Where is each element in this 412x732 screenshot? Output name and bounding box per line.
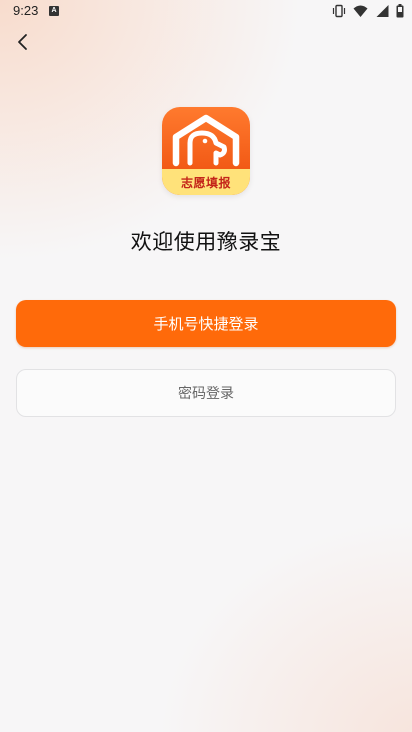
notification-a-icon: A xyxy=(49,6,59,16)
logo-band: 志愿填报 xyxy=(162,169,250,195)
elephant-house-icon xyxy=(172,114,240,167)
welcome-title: 欢迎使用豫录宝 xyxy=(130,230,282,254)
password-login-label: 密码登录 xyxy=(178,386,234,402)
password-login-button[interactable]: 密码登录 xyxy=(16,369,396,417)
vibrate-icon xyxy=(332,4,345,18)
status-icons xyxy=(329,4,404,18)
phone-quick-login-button[interactable]: 手机号快捷登录 xyxy=(16,300,396,347)
status-time: 9:23 xyxy=(13,3,39,18)
battery-icon xyxy=(396,4,404,18)
wifi-icon xyxy=(353,5,368,17)
back-button[interactable] xyxy=(10,29,36,55)
app-logo: 志愿填报 xyxy=(162,107,250,195)
logo-text: 志愿填报 xyxy=(180,175,231,190)
chevron-left-icon xyxy=(18,34,27,50)
signal-icon xyxy=(376,5,389,17)
phone-login-label: 手机号快捷登录 xyxy=(153,315,259,333)
status-bar: 9:23 A xyxy=(0,0,412,24)
